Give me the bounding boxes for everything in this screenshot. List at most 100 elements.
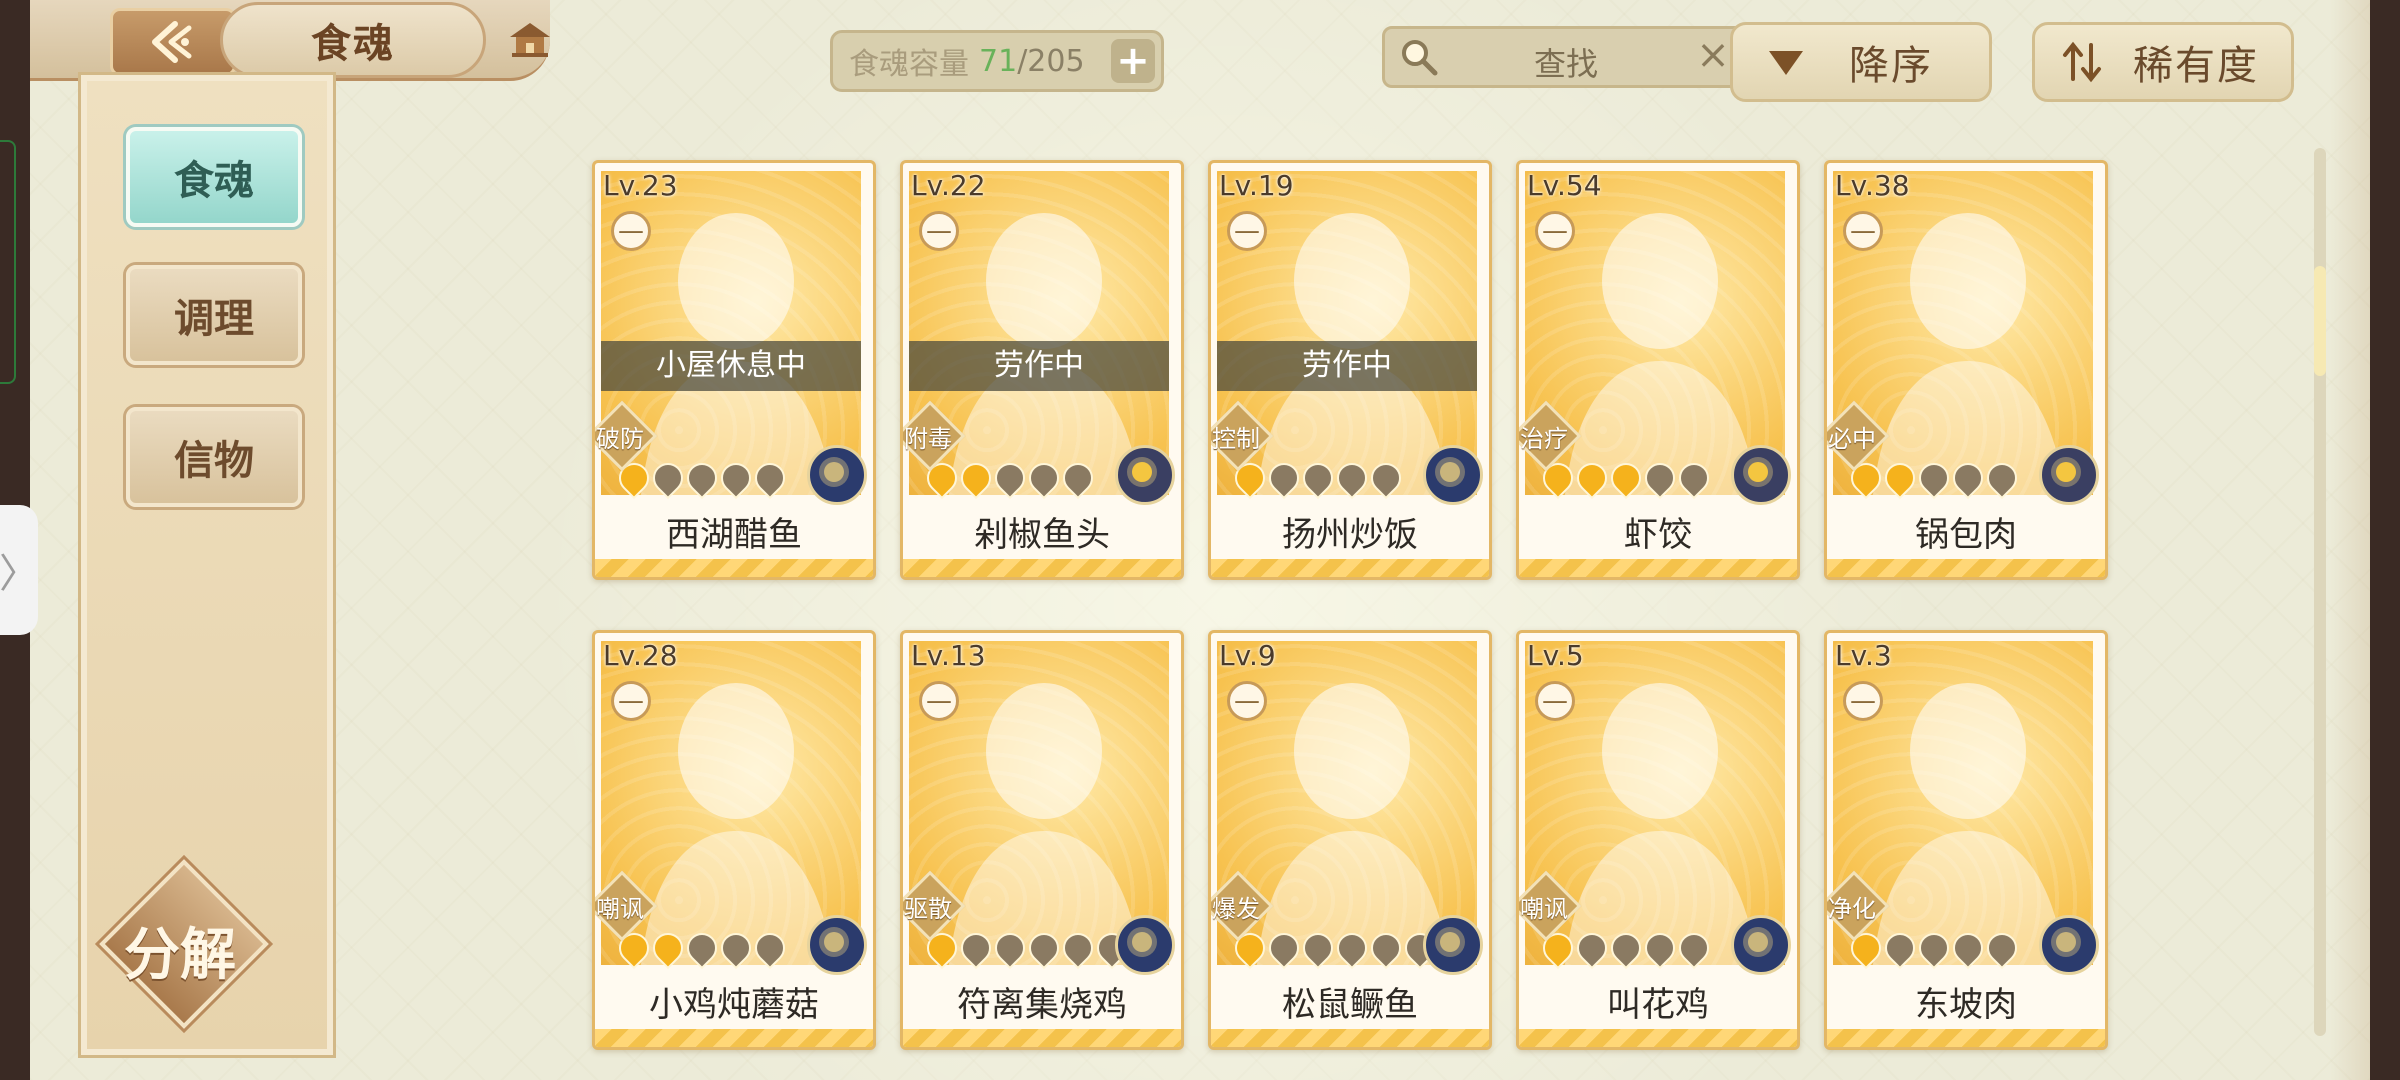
- role-badge: 嘲讽: [595, 870, 658, 942]
- role-label: 必中: [1828, 425, 1876, 453]
- food-soul-card[interactable]: Lv.3 — 净化东坡肉: [1824, 630, 2108, 1050]
- scrollbar[interactable]: [2314, 148, 2326, 1036]
- tab-conditioning[interactable]: 调理: [126, 265, 302, 365]
- search-clear-button[interactable]: ×: [1693, 35, 1733, 75]
- food-soul-card[interactable]: Lv.38 — 必中 锅包肉: [1824, 160, 2108, 580]
- flame-star-icon: [1980, 456, 2024, 500]
- sort-order-label: 降序: [1849, 43, 1933, 89]
- flame-star-icon: [680, 456, 724, 500]
- element-emblem-icon: [2039, 445, 2099, 505]
- food-soul-card[interactable]: Lv.23 — 小屋休息中 破防 西湖醋鱼: [592, 160, 876, 580]
- card-level: Lv.54: [1527, 169, 1602, 202]
- minus-badge: —: [919, 681, 959, 721]
- flame-star-icon: [748, 926, 792, 970]
- role-badge: 驱散: [903, 870, 966, 942]
- minus-badge: —: [1843, 681, 1883, 721]
- decompose-button[interactable]: 分解: [99, 859, 269, 1029]
- card-level: Lv.38: [1835, 169, 1910, 202]
- sort-key-button[interactable]: 稀有度: [2032, 22, 2294, 102]
- food-soul-card[interactable]: Lv.13 — 驱散 符离集烧鸡: [900, 630, 1184, 1050]
- flame-star-icon: [1638, 926, 1682, 970]
- capacity-add-button[interactable]: +: [1111, 39, 1155, 83]
- triangle-down-icon: [1769, 51, 1803, 75]
- minus-badge: —: [1227, 211, 1267, 251]
- card-level: Lv.19: [1219, 169, 1294, 202]
- card-name: 扬州炒饭: [1282, 515, 1418, 555]
- star-rating: [920, 926, 1134, 970]
- card-level: Lv.3: [1835, 639, 1892, 672]
- food-soul-card[interactable]: Lv.54 — 治疗 虾饺: [1516, 160, 1800, 580]
- card-level: Lv.5: [1527, 639, 1584, 672]
- card-name: 叫花鸡: [1607, 985, 1709, 1025]
- page-title: 食魂: [311, 20, 395, 67]
- tab-tokens[interactable]: 信物: [126, 407, 302, 507]
- food-soul-card[interactable]: Lv.5 — 嘲讽 叫花鸡: [1516, 630, 1800, 1050]
- card-status: 劳作中: [909, 341, 1169, 391]
- flame-star-icon: [1912, 456, 1956, 500]
- card-footer: [595, 1029, 873, 1047]
- element-emblem-icon: [1423, 915, 1483, 975]
- back-button[interactable]: [110, 8, 236, 76]
- flame-star-icon: [1946, 926, 1990, 970]
- flame-star-icon: [748, 456, 792, 500]
- star-rating: [1536, 456, 1716, 500]
- flame-star-icon: [714, 926, 758, 970]
- role-label: 附毒: [904, 425, 952, 453]
- tab-food-souls[interactable]: 食魂: [126, 127, 302, 227]
- card-status: 劳作中: [1217, 341, 1477, 391]
- food-soul-card[interactable]: Lv.9 — 爆发 松鼠鳜鱼: [1208, 630, 1492, 1050]
- flame-star-icon: [1672, 456, 1716, 500]
- card-footer: [1211, 559, 1489, 577]
- card-name: 东坡肉: [1915, 985, 2017, 1025]
- star-rating: [920, 456, 1100, 500]
- star-rating: [1844, 926, 2024, 970]
- minus-badge: —: [1843, 211, 1883, 251]
- flame-star-icon: [1364, 926, 1408, 970]
- flame-star-icon: [1296, 926, 1340, 970]
- minus-badge: —: [1227, 681, 1267, 721]
- card-name: 松鼠鳜鱼: [1282, 985, 1418, 1025]
- element-emblem-icon: [807, 915, 867, 975]
- star-rating: [612, 926, 792, 970]
- flame-star-icon: [988, 926, 1032, 970]
- capacity-label: 食魂容量: [849, 47, 969, 82]
- flame-star-icon: [1330, 926, 1374, 970]
- flame-star-icon: [1604, 456, 1648, 500]
- home-button[interactable]: [490, 14, 570, 64]
- search-box[interactable]: 查找 ×: [1382, 26, 1750, 88]
- capacity-display: 食魂容量 71 / 205 +: [830, 30, 1164, 92]
- food-soul-card[interactable]: Lv.19 — 劳作中控制扬州炒饭: [1208, 160, 1492, 580]
- flame-star-icon: [1330, 456, 1374, 500]
- role-badge: 控制: [1211, 400, 1274, 472]
- card-level: Lv.28: [603, 639, 678, 672]
- flame-star-icon: [680, 926, 724, 970]
- flame-star-icon: [1296, 456, 1340, 500]
- card-status: 小屋休息中: [601, 341, 861, 391]
- role-label: 爆发: [1212, 895, 1260, 923]
- sort-arrows-icon: [2063, 41, 2101, 83]
- element-emblem-icon: [1115, 915, 1175, 975]
- role-label: 驱散: [904, 895, 952, 923]
- role-label: 治疗: [1520, 425, 1568, 453]
- sort-order-button[interactable]: 降序: [1730, 22, 1992, 102]
- minus-badge: —: [611, 681, 651, 721]
- card-footer: [595, 559, 873, 577]
- card-footer: [1827, 1029, 2105, 1047]
- flame-star-icon: [1056, 926, 1100, 970]
- food-soul-card[interactable]: Lv.22 — 劳作中 附毒 剁椒鱼头: [900, 160, 1184, 580]
- role-badge: 附毒: [903, 400, 966, 472]
- role-badge: 爆发: [1211, 870, 1274, 942]
- star-rating: [1228, 456, 1408, 500]
- role-badge: 治疗: [1519, 400, 1582, 472]
- card-name: 符离集烧鸡: [957, 985, 1127, 1025]
- card-name: 小鸡炖蘑菇: [649, 985, 819, 1025]
- side-drawer-handle[interactable]: 〉: [0, 505, 39, 635]
- card-footer: [903, 1029, 1181, 1047]
- scroll-thumb[interactable]: [2314, 266, 2326, 376]
- food-soul-card[interactable]: Lv.28 — 嘲讽小鸡炖蘑菇: [592, 630, 876, 1050]
- element-emblem-icon: [1731, 445, 1791, 505]
- card-footer: [1211, 1029, 1489, 1047]
- role-badge: 净化: [1827, 870, 1890, 942]
- role-label: 破防: [596, 425, 644, 453]
- minus-badge: —: [611, 211, 651, 251]
